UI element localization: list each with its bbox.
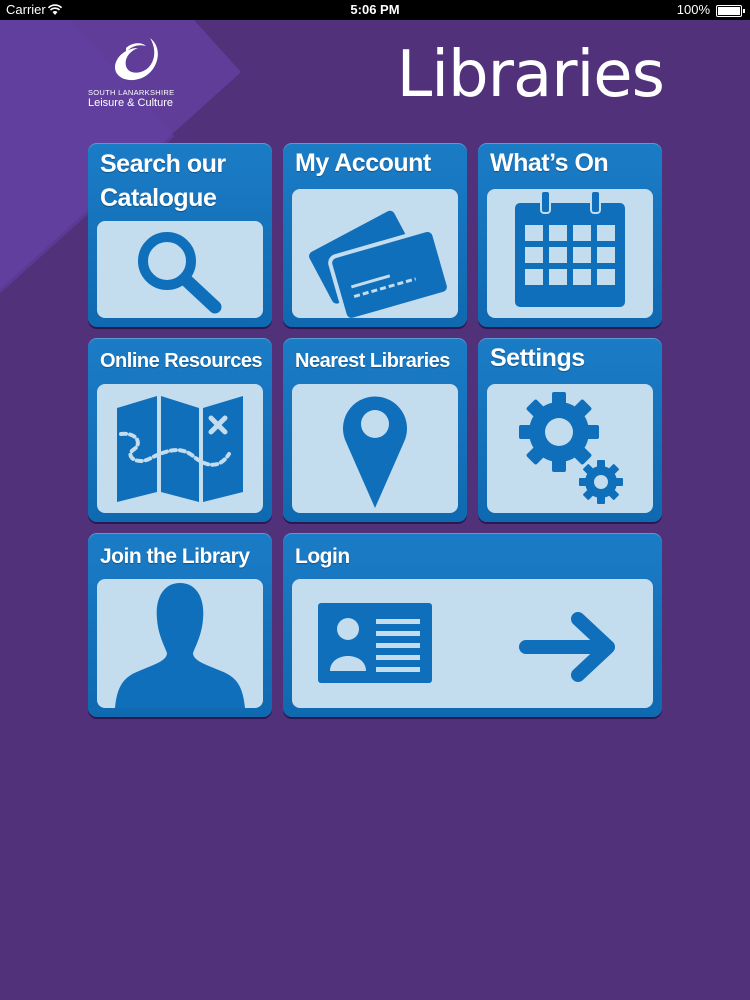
magnifier-icon <box>138 232 222 314</box>
map-icon <box>117 396 243 502</box>
person-silhouette-icon <box>115 583 245 708</box>
tile-label: Search our Catalogue <box>100 150 226 212</box>
swirl-logo-icon <box>114 38 158 81</box>
battery-icon <box>716 5 745 17</box>
id-card-arrow-icon <box>318 603 615 683</box>
cards-icon <box>305 206 451 318</box>
tile-label: My Account <box>295 149 431 177</box>
tile-label: Settings <box>490 344 585 372</box>
gears-icon <box>519 392 623 504</box>
logo-line2: Leisure & Culture <box>88 97 173 109</box>
tile-my-account[interactable]: My Account <box>283 143 467 327</box>
tile-label: Online Resources <box>100 350 263 372</box>
battery-percent: 100% <box>676 2 710 17</box>
tile-join-library[interactable]: Join the Library <box>88 533 272 717</box>
tile-login[interactable]: Login <box>283 533 662 717</box>
calendar-icon <box>515 190 625 307</box>
tile-label: What’s On <box>490 149 609 177</box>
status-bar: Carrier 5:06 PM 100% <box>0 0 750 20</box>
clock: 5:06 PM <box>350 2 400 17</box>
logo-line1: SOUTH LANARKSHIRE <box>88 88 175 97</box>
tile-search-catalogue[interactable]: Search our Catalogue <box>88 143 272 327</box>
logo: SOUTH LANARKSHIRE Leisure & Culture <box>88 34 188 114</box>
tile-label: Join the Library <box>100 545 250 568</box>
page-title: Libraries <box>396 38 665 112</box>
tile-settings[interactable]: Settings <box>478 338 662 522</box>
tile-online-resources[interactable]: Online Resources <box>88 338 272 522</box>
tile-nearest-libraries[interactable]: Nearest Libraries <box>283 338 467 522</box>
tile-label: Login <box>295 545 350 568</box>
map-pin-icon <box>343 396 407 508</box>
tile-whats-on[interactable]: What’s On <box>478 143 662 327</box>
tile-label: Nearest Libraries <box>295 350 450 372</box>
